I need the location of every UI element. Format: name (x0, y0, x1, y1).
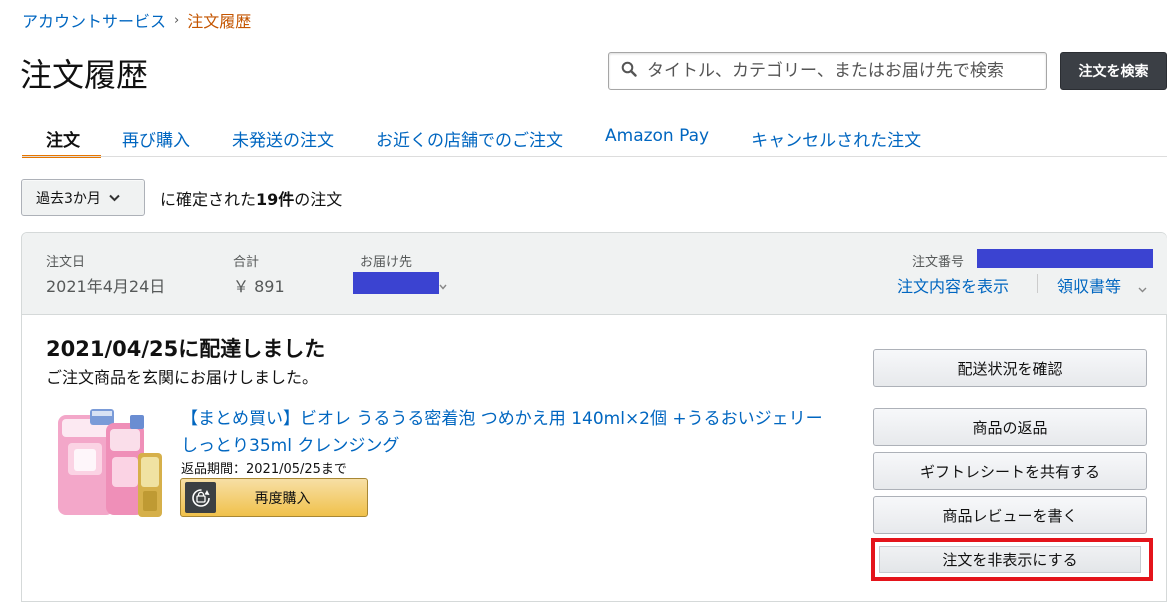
reorder-icon (185, 482, 216, 513)
return-period-text: 返品期間：2021/05/25まで (181, 462, 347, 477)
delivery-status-subtitle: ご注文商品を玄関にお届けしました。 (46, 368, 319, 387)
product-title-link[interactable]: 【まとめ買い】ビオレ うるうる密着泡 つめかえ用 140ml×2個 +うるおいジ… (181, 406, 836, 460)
order-search-box (608, 52, 1047, 90)
page-title: 注文履歴 (20, 56, 149, 94)
buy-again-button[interactable]: 再度購入 (180, 478, 368, 517)
breadcrumb: アカウントサービス › 注文履歴 (22, 8, 251, 32)
track-package-button[interactable]: 配送状況を確認 (873, 349, 1147, 387)
tabs-divider (22, 156, 1167, 157)
ship-to-label: お届け先 (360, 255, 413, 270)
ship-to-chevron-icon[interactable] (439, 275, 447, 294)
view-order-details-link[interactable]: 注文内容を表示 (897, 273, 1009, 297)
tab-not-shipped[interactable]: 未発送の注文 (211, 118, 355, 158)
buy-again-label: 再度購入 (254, 490, 311, 507)
receipt-chevron-icon[interactable] (1138, 278, 1147, 297)
order-tabs: 注文 再び購入 未発送の注文 お近くの店舗でのご注文 Amazon Pay キャ… (22, 118, 942, 158)
order-count-text: に確定された19件の注文 (160, 186, 342, 210)
tab-orders[interactable]: 注文 (22, 118, 101, 158)
order-number-redacted (977, 249, 1153, 268)
chevron-down-icon (109, 191, 120, 205)
search-icon (621, 61, 637, 81)
breadcrumb-account-services[interactable]: アカウントサービス (22, 8, 166, 32)
header-link-divider (1037, 274, 1038, 293)
receipt-link[interactable]: 領収書等 (1057, 273, 1121, 297)
ship-to-redacted[interactable] (353, 272, 439, 294)
time-range-select[interactable]: 過去3か月 (21, 179, 145, 216)
order-number-label: 注文番号 (912, 255, 965, 270)
order-total-value: ￥ 891 (233, 277, 285, 296)
breadcrumb-current: 注文履歴 (187, 12, 252, 31)
tab-local-store[interactable]: お近くの店舗でのご注文 (355, 118, 584, 158)
write-review-button[interactable]: 商品レビューを書く (873, 496, 1147, 534)
order-count-suffix: の注文 (294, 190, 343, 209)
breadcrumb-separator: › (174, 12, 180, 28)
share-gift-receipt-button[interactable]: ギフトレシートを共有する (873, 452, 1147, 490)
order-date-value: 2021年4月24日 (46, 277, 166, 296)
tab-amazon-pay[interactable]: Amazon Pay (584, 118, 730, 158)
tab-buy-again[interactable]: 再び購入 (101, 118, 211, 158)
tab-cancelled[interactable]: キャンセルされた注文 (730, 118, 942, 158)
order-search-input[interactable] (645, 60, 1046, 82)
order-count: 19件 (256, 190, 295, 209)
hide-order-button[interactable]: 注文を非表示にする (879, 546, 1141, 573)
time-range-value: 過去3か月 (36, 190, 101, 207)
return-items-button[interactable]: 商品の返品 (873, 408, 1147, 446)
order-count-prefix: に確定された (160, 190, 257, 209)
product-image[interactable] (54, 405, 166, 522)
search-orders-button[interactable]: 注文を検索 (1060, 52, 1167, 90)
delivery-status-title: 2021/04/25に配達しました (46, 337, 326, 361)
order-date-label: 注文日 (46, 255, 86, 270)
order-total-label: 合計 (233, 255, 260, 270)
